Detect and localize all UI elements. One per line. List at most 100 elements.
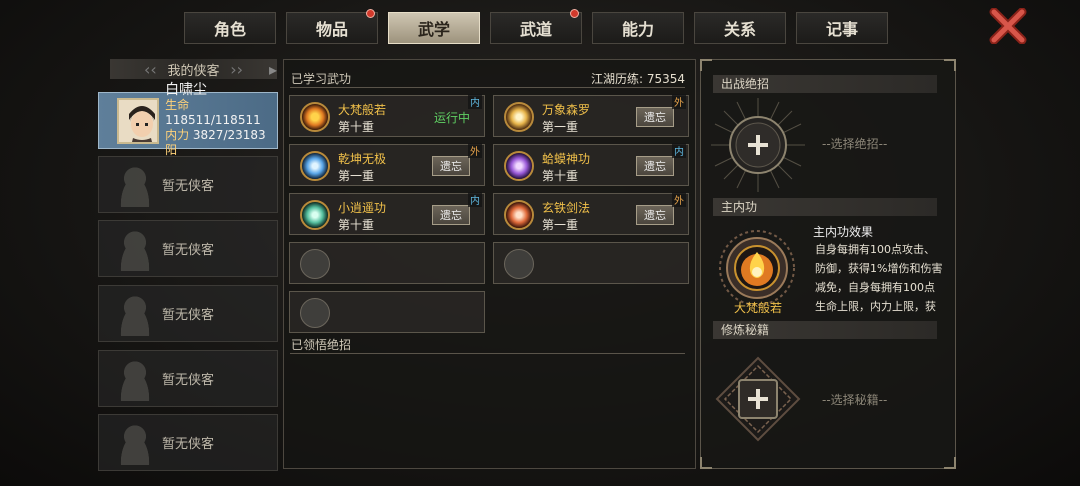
sword-skill-icon — [504, 200, 534, 230]
hero-info: 白啸尘 生命 118511/118511 内力 3827/23183 阳 — [165, 83, 277, 158]
skill-status: 运行中 — [433, 111, 470, 125]
frame-corner — [944, 457, 956, 469]
notification-dot — [570, 9, 579, 18]
skill-name: 大梵般若 — [338, 103, 387, 117]
skill-type-tag: 外 — [672, 94, 686, 109]
ultimate-title: 出战绝招 — [713, 75, 937, 93]
empty-skill-slot[interactable] — [289, 291, 485, 333]
empty-hero-label: 暂无侠客 — [161, 243, 214, 258]
skill-type-tag: 外 — [672, 192, 686, 207]
inner-effect-title: 主内功效果 — [813, 225, 874, 239]
divider — [290, 87, 685, 88]
tab-journal[interactable]: 记事 — [796, 12, 888, 44]
tab-label: 角色 — [213, 20, 246, 39]
tab-label: 物品 — [315, 20, 348, 39]
empty-slot-icon — [300, 249, 330, 279]
chevron-right-icon[interactable]: ›› — [230, 60, 243, 79]
close-icon[interactable] — [988, 7, 1028, 45]
hero-card-active[interactable]: 白啸尘 生命 118511/118511 内力 3827/23183 阳 — [98, 83, 278, 157]
empty-hero-silhouette-icon — [113, 357, 157, 401]
tab-label: 武道 — [519, 20, 552, 39]
my-heroes-label: 我的侠客 — [167, 63, 220, 79]
empty-hero-label: 暂无侠客 — [161, 373, 214, 388]
skill-slot[interactable]: 万象森罗 第一重 遗忘 外 — [493, 94, 689, 137]
skill-slot[interactable]: 乾坤无极 第一重 遗忘 外 — [289, 143, 485, 186]
skill-type-tag: 内 — [468, 94, 482, 109]
forget-button[interactable]: 遗忘 — [636, 156, 674, 176]
frame-corner — [700, 59, 712, 71]
ice-skill-icon — [300, 151, 330, 181]
add-manual-button[interactable] — [715, 356, 801, 446]
empty-hero-silhouette-icon — [113, 163, 157, 207]
skill-slot[interactable]: 玄铁剑法 第一重 遗忘 外 — [493, 192, 689, 235]
skill-level: 第一重 — [542, 120, 579, 134]
fire-skill-icon — [300, 102, 330, 132]
tab-character[interactable]: 角色 — [184, 12, 276, 44]
avatar — [117, 97, 160, 144]
skill-level: 第十重 — [338, 120, 375, 134]
empty-hero-silhouette-icon — [113, 227, 157, 271]
inner-effect-text: 自身每拥有100点攻击、防御，获得1%增伤和伤害减免，自身每拥有100点生命上限… — [815, 243, 943, 313]
skill-type-tag: 外 — [468, 143, 482, 158]
select-manual-label[interactable]: --选择秘籍-- — [822, 391, 887, 408]
tab-items[interactable]: 物品 — [286, 9, 378, 44]
add-ultimate-button[interactable] — [711, 98, 805, 196]
empty-skill-slot[interactable] — [289, 242, 485, 284]
forget-button[interactable]: 遗忘 — [636, 107, 674, 127]
hero-card-empty[interactable]: 暂无侠客 — [98, 156, 278, 213]
skill-name: 万象森罗 — [542, 103, 591, 117]
mp-label: 内力 — [165, 128, 190, 142]
empty-hero-label: 暂无侠客 — [161, 179, 214, 194]
martial-arts-panel: 已学习武功 江湖历练: 75354 大梵般若 第十重 运行中 内 万象森罗 第一… — [283, 59, 696, 469]
select-ultimate-label[interactable]: --选择绝招-- — [822, 135, 887, 152]
skill-slot[interactable]: 小逍遥功 第十重 遗忘 内 — [289, 192, 485, 235]
skill-slot[interactable]: 蛤蟆神功 第十重 遗忘 内 — [493, 143, 689, 186]
insight-title: 已领悟绝招 — [291, 338, 352, 352]
tab-abilities[interactable]: 能力 — [592, 12, 684, 44]
skill-level: 第十重 — [338, 218, 375, 232]
divider — [290, 353, 685, 354]
forget-button[interactable]: 遗忘 — [636, 205, 674, 225]
chevron-left-icon[interactable]: ‹‹ — [144, 60, 157, 79]
skill-type-tag: 内 — [468, 192, 482, 207]
hero-card-empty[interactable]: 暂无侠客 — [98, 285, 278, 342]
learned-skills-title: 已学习武功 — [291, 72, 352, 86]
tab-martial-way[interactable]: 武道 — [490, 9, 582, 44]
empty-hero-label: 暂无侠客 — [161, 308, 214, 323]
arrow-right-icon[interactable]: ▸ — [269, 60, 277, 79]
tab-martial-arts[interactable]: 武学 — [388, 12, 480, 44]
skill-name: 乾坤无极 — [338, 152, 387, 166]
skill-level: 第十重 — [542, 169, 579, 183]
empty-slot-icon — [300, 298, 330, 328]
tab-label: 关系 — [723, 20, 756, 39]
empty-hero-silhouette-icon — [113, 421, 157, 465]
hero-card-empty[interactable]: 暂无侠客 — [98, 350, 278, 407]
experience-readout: 江湖历练: 75354 — [591, 70, 685, 87]
tab-bar: 角色 物品 武学 武道 能力 关系 记事 — [184, 9, 898, 46]
toad-skill-icon — [504, 151, 534, 181]
hero-name: 白啸尘 — [165, 82, 208, 98]
forget-button[interactable]: 遗忘 — [432, 205, 470, 225]
mp-tag: 阳 — [165, 143, 178, 157]
tab-relations[interactable]: 关系 — [694, 12, 786, 44]
forget-button[interactable]: 遗忘 — [432, 156, 470, 176]
hero-card-empty[interactable]: 暂无侠客 — [98, 414, 278, 471]
hero-card-empty[interactable]: 暂无侠客 — [98, 220, 278, 277]
skill-slot[interactable]: 大梵般若 第十重 运行中 内 — [289, 94, 485, 137]
skill-level: 第一重 — [542, 218, 579, 232]
notification-dot — [366, 9, 375, 18]
manual-title: 修炼秘籍 — [713, 321, 937, 339]
experience-value: 75354 — [646, 72, 685, 86]
empty-skill-slot[interactable] — [493, 242, 689, 284]
frame-corner — [700, 457, 712, 469]
empty-hero-label: 暂无侠客 — [161, 437, 214, 452]
tab-label: 能力 — [621, 20, 654, 39]
hp-value: 118511/118511 — [165, 113, 261, 127]
tab-label: 武学 — [417, 20, 450, 39]
main-inner-art-name: 大梵般若 — [733, 301, 782, 315]
skill-name: 玄铁剑法 — [542, 201, 591, 215]
tab-label: 记事 — [825, 20, 858, 39]
skill-name: 蛤蟆神功 — [542, 152, 591, 166]
frame-corner — [944, 59, 956, 71]
wind-skill-icon — [300, 200, 330, 230]
